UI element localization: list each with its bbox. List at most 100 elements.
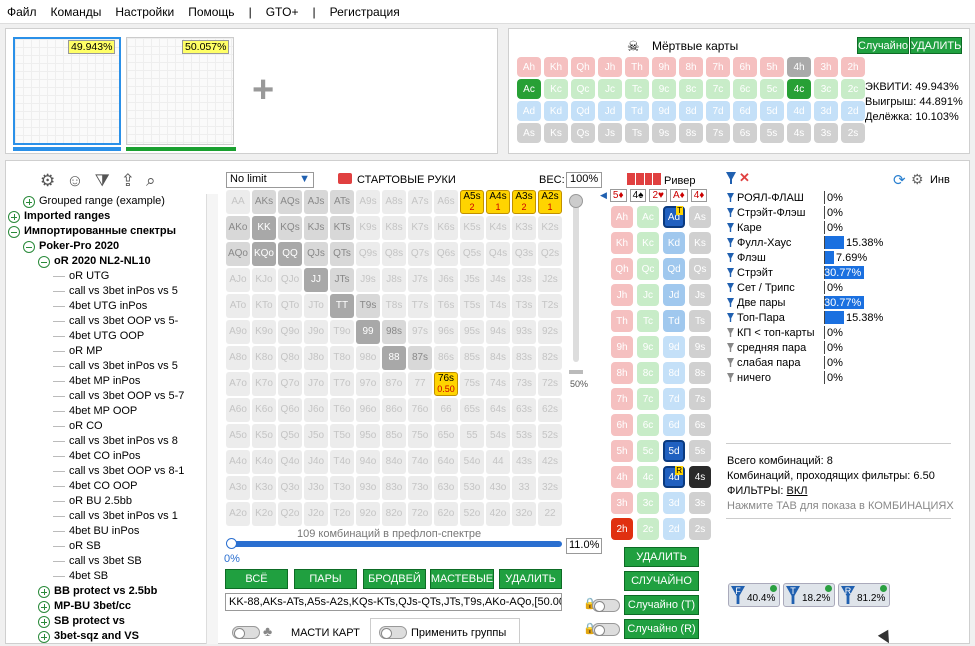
gear-icon[interactable]: ⚙ [911,171,924,188]
hand-cell[interactable]: 53o [460,476,484,500]
hand-cell[interactable]: T3s [512,294,536,318]
hand-cell[interactable]: 96s [434,320,458,344]
hand-cell[interactable]: T7s [408,294,432,318]
hand-cell[interactable]: 76o [408,398,432,422]
hand-cell[interactable]: KQs [278,216,302,240]
tree-item[interactable]: 4bet MP OOP [8,404,218,419]
lock-r-toggle[interactable] [592,623,620,636]
range-text-input[interactable]: KK-88,AKs-ATs,A5s-A2s,KQs-KTs,QJs-QTs,JT… [225,593,562,611]
board-card[interactable]: 2s [689,518,711,540]
hand-cell[interactable]: A8s [382,190,406,214]
expand-icon[interactable] [23,240,35,253]
hand-cell[interactable]: 77 [408,372,432,396]
hand-cell[interactable]: 98s [382,320,406,344]
hand-cell[interactable]: A8o [226,346,250,370]
hand-cell[interactable]: A4s 1 [486,190,510,214]
hand-cell[interactable]: 65o [434,424,458,448]
hand-cell[interactable]: 97s [408,320,432,344]
random-t-button[interactable]: Случайно (T) [624,595,699,615]
hand-cell[interactable]: Q2s [538,242,562,266]
hand-cell[interactable]: J4s [486,268,510,292]
hand-cell[interactable]: A3o [226,476,250,500]
hand-cell[interactable]: 92s [538,320,562,344]
expand-icon[interactable] [8,210,20,223]
dead-card[interactable]: 5h [760,57,784,77]
hand-cell[interactable]: J9o [304,320,328,344]
dead-card[interactable]: 9h [652,57,676,77]
board-card[interactable]: Qh [611,258,633,280]
hand-cell[interactable]: K6o [252,398,276,422]
hand-cell[interactable]: AKo [226,216,250,240]
weight-slider-thumb[interactable] [569,194,583,208]
hand-cell[interactable]: T2o [330,502,354,526]
dead-card[interactable]: 4h [787,57,811,77]
hand-cell[interactable]: K8o [252,346,276,370]
board-card[interactable]: Jc [637,284,659,306]
dead-card[interactable]: 2c [841,79,865,99]
board-card[interactable]: Ah [611,206,633,228]
hand-cell[interactable]: K4s [486,216,510,240]
tree-item[interactable]: 4bet UTG inPos [8,299,218,314]
dead-card[interactable]: Qh [571,57,595,77]
board-card[interactable]: Qc [637,258,659,280]
stat-row[interactable]: Две пары 30.77% [727,295,864,310]
badge-t[interactable]: T 18.2% [783,583,835,607]
hand-cell[interactable]: J9s [356,268,380,292]
dead-card[interactable]: 9d [652,101,676,121]
dead-card[interactable]: Qd [571,101,595,121]
dead-card[interactable]: Ks [544,123,568,143]
hand-cell[interactable]: 43o [486,476,510,500]
hand-cell[interactable]: 98o [356,346,380,370]
dead-delete-button[interactable]: УДАЛИТЬ [910,37,962,54]
stat-row[interactable]: Сет / Трипс 0% [727,280,843,295]
dead-card[interactable]: 3c [814,79,838,99]
hand-cell[interactable]: T5s [460,294,484,318]
dead-card[interactable]: Jd [598,101,622,121]
board-card[interactable]: 4s [689,466,711,488]
board-card[interactable]: Kc [637,232,659,254]
hand-cell[interactable]: 43s [512,450,536,474]
tree-item[interactable]: oR CO [8,419,218,434]
limit-select[interactable]: No limit ▼ [226,172,314,188]
badge-r[interactable]: R 81.2% [838,583,890,607]
hand-cell[interactable]: QTs [330,242,354,266]
dead-card[interactable]: Kd [544,101,568,121]
board-card[interactable]: Js [689,284,711,306]
board-card[interactable]: Ac [637,206,659,228]
board-card[interactable]: Jh [611,284,633,306]
hand-cell[interactable]: Q3o [278,476,302,500]
hand-cell[interactable]: J8s [382,268,406,292]
dead-card[interactable]: 7s [706,123,730,143]
hand-cell[interactable]: J5s [460,268,484,292]
filters-toggle-link[interactable]: ВКЛ [787,485,808,497]
hand-cell[interactable]: J7o [304,372,328,396]
tree-item[interactable]: Imported ranges [8,209,218,224]
hand-cell[interactable]: J2o [304,502,328,526]
hand-cell[interactable]: 64s [486,398,510,422]
tree-item[interactable]: 3bet-sqz and VS [8,629,218,644]
filter-icon[interactable] [727,328,734,337]
hand-cell[interactable]: T9o [330,320,354,344]
hand-cell[interactable]: A6o [226,398,250,422]
hand-cell[interactable]: Q5s [460,242,484,266]
dead-card[interactable]: 2s [841,123,865,143]
badge-f[interactable]: F 40.4% [728,583,780,607]
stat-row[interactable]: Фулл-Хаус 15.38% [727,235,883,250]
tree-item[interactable]: call vs 3bet inPos vs 5 [8,284,218,299]
board-card[interactable]: 4h [611,466,633,488]
dead-card[interactable]: Th [625,57,649,77]
board-card[interactable]: 5d [663,440,685,462]
hand-cell[interactable]: T6s [434,294,458,318]
hand-cell[interactable]: KJo [252,268,276,292]
hand-cell[interactable]: 94o [356,450,380,474]
board-card[interactable]: Qs [689,258,711,280]
dead-card[interactable]: 6d [733,101,757,121]
export-icon[interactable]: ⇪ [121,171,135,191]
search-icon[interactable]: ⌕ [146,171,156,191]
hand-cell[interactable]: 73o [408,476,432,500]
dead-card[interactable]: Ac [517,79,541,99]
hand-cell[interactable]: A3s 2 [512,190,536,214]
hand-cell[interactable]: Q7s [408,242,432,266]
board-card[interactable]: 8c [637,362,659,384]
weight-input[interactable]: 100% [566,172,602,188]
